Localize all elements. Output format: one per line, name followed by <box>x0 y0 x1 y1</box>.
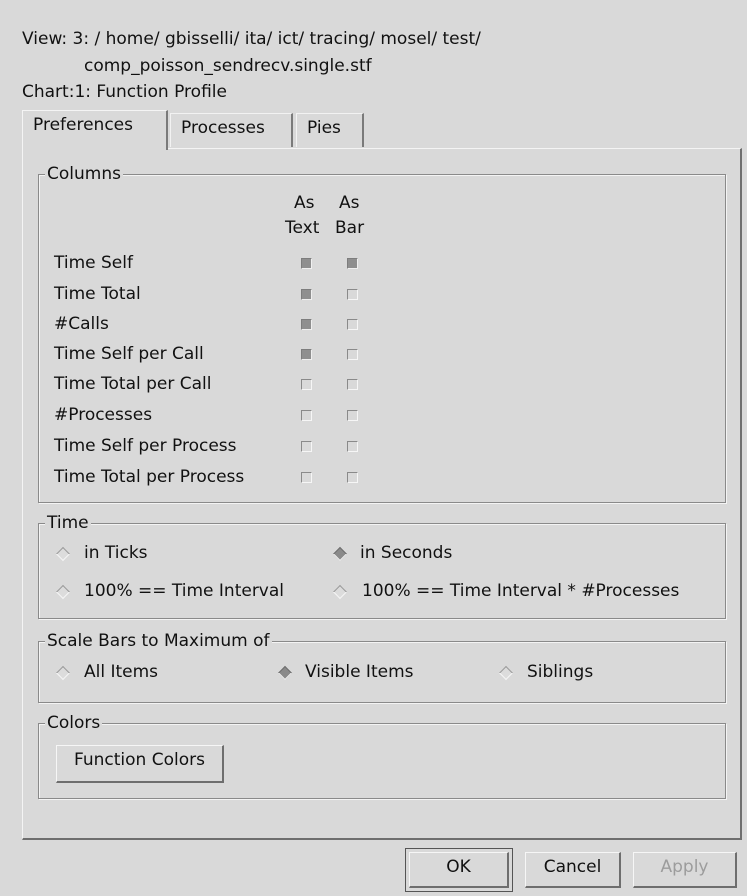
cancel-button[interactable]: Cancel <box>525 852 621 888</box>
column-row-processes: #Processes <box>54 405 153 425</box>
processes-bar-checkbox[interactable] <box>347 410 358 421</box>
apply-button[interactable]: Apply <box>633 852 737 888</box>
column-row-time-total: Time Total <box>54 284 141 304</box>
scale-bars-group-title: Scale Bars to Maximum of <box>45 630 272 652</box>
chart-title: Chart:1: Function Profile <box>22 82 227 102</box>
time-self-per-call-text-checkbox[interactable] <box>301 349 312 360</box>
apply-button-label: Apply <box>660 857 709 877</box>
as-bar-header-line1: As <box>339 193 360 213</box>
time-self-per-process-text-checkbox[interactable] <box>301 441 312 452</box>
all-items-label: All Items <box>84 662 159 682</box>
time-interval-processes-label: 100% == Time Interval * #Processes <box>362 581 680 601</box>
as-text-header-line2: Text <box>285 218 320 238</box>
cancel-button-label: Cancel <box>543 857 602 877</box>
as-text-header-line1: As <box>294 193 315 213</box>
columns-group-title: Columns <box>45 163 123 185</box>
time-total-bar-checkbox[interactable] <box>347 289 358 300</box>
time-total-per-call-bar-checkbox[interactable] <box>347 379 358 390</box>
time-total-text-checkbox[interactable] <box>301 289 312 300</box>
calls-bar-checkbox[interactable] <box>347 319 358 330</box>
calls-text-checkbox[interactable] <box>301 319 312 330</box>
tab-label: Pies <box>307 118 341 138</box>
time-total-per-process-bar-checkbox[interactable] <box>347 472 358 483</box>
time-group: Time <box>38 512 726 619</box>
ok-button[interactable]: OK <box>405 848 513 892</box>
column-row-time-self-per-call: Time Self per Call <box>54 344 204 364</box>
column-row-time-self: Time Self <box>54 253 133 273</box>
visible-items-label: Visible Items <box>305 662 414 682</box>
time-self-bar-checkbox[interactable] <box>347 258 358 269</box>
tab-preferences[interactable]: Preferences <box>22 110 168 150</box>
tab-label: Preferences <box>33 115 133 135</box>
tab-label: Processes <box>181 118 265 138</box>
column-row-calls: #Calls <box>54 314 109 334</box>
time-self-text-checkbox[interactable] <box>301 258 312 269</box>
time-interval-label: 100% == Time Interval <box>84 581 285 601</box>
in-seconds-label: in Seconds <box>360 543 453 563</box>
in-ticks-label: in Ticks <box>84 543 148 563</box>
as-bar-header-line2: Bar <box>335 218 365 238</box>
tab-pies[interactable]: Pies <box>296 113 364 147</box>
time-self-per-call-bar-checkbox[interactable] <box>347 349 358 360</box>
ok-button-label: OK <box>446 857 471 877</box>
time-self-per-process-bar-checkbox[interactable] <box>347 441 358 452</box>
colors-group-title: Colors <box>45 712 103 734</box>
function-colors-button-label: Function Colors <box>74 750 205 770</box>
processes-text-checkbox[interactable] <box>301 410 312 421</box>
column-row-time-total-per-process: Time Total per Process <box>54 467 245 487</box>
time-group-title: Time <box>45 512 91 534</box>
function-colors-button[interactable]: Function Colors <box>56 745 224 783</box>
time-total-per-call-text-checkbox[interactable] <box>301 379 312 390</box>
siblings-label: Siblings <box>527 662 594 682</box>
view-path-line1: View: 3: / home/ gbisselli/ ita/ ict/ tr… <box>22 29 481 49</box>
view-path-line2: comp_poisson_sendrecv.single.stf <box>84 56 372 76</box>
column-row-time-total-per-call: Time Total per Call <box>54 374 212 394</box>
time-total-per-process-text-checkbox[interactable] <box>301 472 312 483</box>
column-row-time-self-per-process: Time Self per Process <box>54 436 237 456</box>
tab-processes[interactable]: Processes <box>170 113 293 147</box>
